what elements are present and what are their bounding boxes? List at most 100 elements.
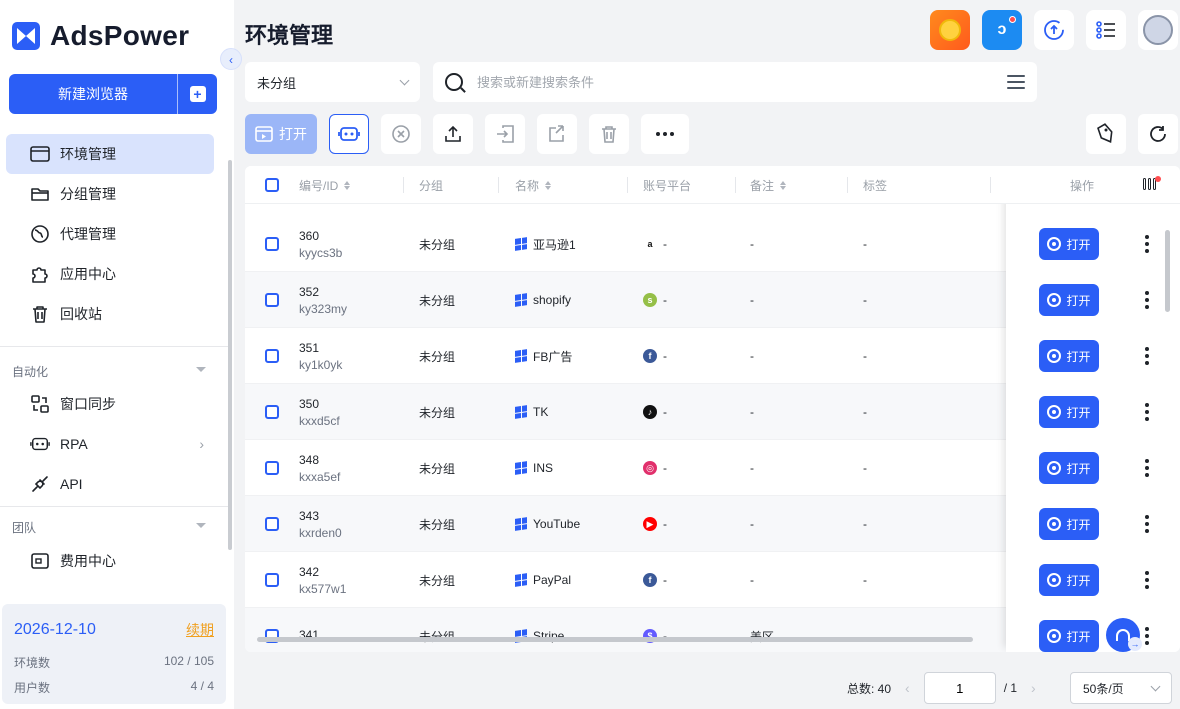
table-vertical-scrollbar[interactable] [1165, 230, 1170, 312]
row-checkbox[interactable] [265, 328, 279, 384]
row-open-button[interactable]: 打开 [1039, 284, 1099, 316]
delete-button[interactable] [589, 114, 629, 154]
import-button[interactable] [485, 114, 525, 154]
user-avatar-button[interactable] [1138, 10, 1178, 50]
row-open-button[interactable]: 打开 [1039, 340, 1099, 372]
row-more-button[interactable] [1145, 571, 1149, 589]
row-env-id: kx577w1 [299, 581, 347, 596]
sidebar-item-env-manage[interactable]: 环境管理 [6, 134, 214, 174]
sidebar-item-proxy-manage[interactable]: 代理管理 [6, 214, 214, 254]
row-open-button[interactable]: 打开 [1039, 564, 1099, 596]
row-open-button[interactable]: 打开 [1039, 508, 1099, 540]
column-header-name[interactable]: 名称 [515, 166, 552, 204]
browser-play-icon [255, 126, 273, 142]
next-page-button[interactable]: › [1031, 680, 1036, 696]
new-browser-button-group: 新建浏览器 + [9, 74, 217, 114]
task-list-button[interactable] [1086, 10, 1126, 50]
instagram-icon: ◎ [643, 461, 657, 475]
collapse-sidebar-button[interactable]: ‹ [220, 48, 242, 70]
table-horizontal-scrollbar[interactable] [257, 637, 973, 642]
app-logo-icon: ↄ [997, 21, 1007, 38]
row-more-button[interactable] [1145, 459, 1149, 477]
puzzle-icon [30, 264, 50, 284]
tag-button[interactable] [1086, 114, 1126, 154]
row-checkbox[interactable] [265, 496, 279, 552]
row-more-button[interactable] [1145, 515, 1149, 533]
upload-sync-button[interactable] [1034, 10, 1074, 50]
row-checkbox[interactable] [265, 440, 279, 496]
row-platform: a- [643, 216, 667, 272]
row-remark: - [750, 237, 754, 251]
top-right-icons: ↄ [930, 10, 1178, 50]
row-more-button[interactable] [1145, 347, 1149, 365]
notification-dot [1009, 16, 1016, 23]
sidebar-item-label: 环境管理 [60, 146, 116, 162]
upload-button[interactable] [433, 114, 473, 154]
row-open-button[interactable]: 打开 [1039, 396, 1099, 428]
youtube-icon: ▶ [643, 517, 657, 531]
search-input[interactable] [477, 74, 1007, 90]
rpa-button[interactable] [329, 114, 369, 154]
row-checkbox[interactable] [265, 216, 279, 272]
share-button[interactable] [537, 114, 577, 154]
row-checkbox[interactable] [265, 384, 279, 440]
sidebar-item-label: 代理管理 [60, 226, 116, 242]
row-group: 未分组 [419, 461, 456, 476]
sidebar-item-group-manage[interactable]: 分组管理 [6, 174, 214, 214]
sidebar-item-rpa[interactable]: RPA › [6, 424, 214, 464]
section-automation[interactable]: 自动化 [12, 363, 206, 380]
sidebar-item-billing[interactable]: 费用中心 [6, 541, 214, 581]
team-nav: 费用中心 [6, 541, 214, 581]
sidebar-item-recycle-bin[interactable]: 回收站 [6, 294, 214, 334]
row-checkbox[interactable] [265, 608, 279, 652]
row-more-button[interactable] [1145, 403, 1149, 421]
renew-link[interactable]: 续期 [186, 620, 214, 640]
row-name: INS [515, 440, 553, 496]
row-group: 未分组 [419, 349, 456, 364]
import-icon [497, 125, 514, 143]
adspower-logo-icon [12, 22, 40, 50]
refresh-button[interactable] [1138, 114, 1178, 154]
row-open-button[interactable]: 打开 [1039, 620, 1099, 652]
page-size-select[interactable]: 50条/页 [1070, 672, 1172, 704]
new-browser-button[interactable]: 新建浏览器 [9, 74, 177, 114]
row-open-button[interactable]: 打开 [1039, 452, 1099, 484]
headset-icon [1116, 629, 1130, 641]
sidebar-item-api[interactable]: API [6, 464, 214, 504]
select-all-checkbox[interactable] [265, 166, 279, 204]
prev-page-button[interactable]: ‹ [905, 680, 910, 696]
sidebar-item-app-center[interactable]: 应用中心 [6, 254, 214, 294]
sort-icon [344, 180, 351, 190]
sidebar-item-label: 窗口同步 [60, 396, 116, 412]
column-settings-icon[interactable] [1143, 178, 1156, 190]
row-more-button[interactable] [1145, 627, 1149, 645]
more-actions-button[interactable] [641, 114, 689, 154]
filter-settings-icon[interactable] [1007, 75, 1025, 89]
cloud-sync-icon [1044, 20, 1064, 40]
plus-icon: + [189, 86, 206, 102]
user-count-label: 用户数 [14, 681, 51, 695]
group-select[interactable]: 未分组 [245, 62, 420, 102]
row-remark: 美区 [750, 608, 774, 652]
open-selected-button[interactable]: 打开 [245, 114, 317, 154]
row-checkbox[interactable] [265, 552, 279, 608]
column-header-id[interactable]: 编号/ID [299, 166, 351, 204]
row-platform: ▶ - [643, 496, 667, 552]
coin-rewards-button[interactable] [930, 10, 970, 50]
close-browser-button[interactable] [381, 114, 421, 154]
row-open-button[interactable]: 打开 [1039, 228, 1099, 260]
section-title: 自动化 [12, 365, 49, 379]
section-team[interactable]: 团队 [12, 519, 206, 536]
row-more-button[interactable] [1145, 291, 1149, 309]
linked-app-button[interactable]: ↄ [982, 10, 1022, 50]
automation-nav: 窗口同步 RPA › API [6, 384, 214, 504]
row-more-button[interactable] [1145, 235, 1149, 253]
row-checkbox[interactable] [265, 272, 279, 328]
sidebar-item-window-sync[interactable]: 窗口同步 [6, 384, 214, 424]
app-logo[interactable]: AdsPower [12, 20, 189, 52]
row-env-id: ky323my [299, 301, 348, 316]
sidebar-scrollbar[interactable] [228, 160, 232, 550]
page-number-input[interactable] [923, 672, 996, 704]
batch-create-button[interactable]: + [177, 74, 217, 114]
column-header-remark[interactable]: 备注 [750, 166, 787, 204]
